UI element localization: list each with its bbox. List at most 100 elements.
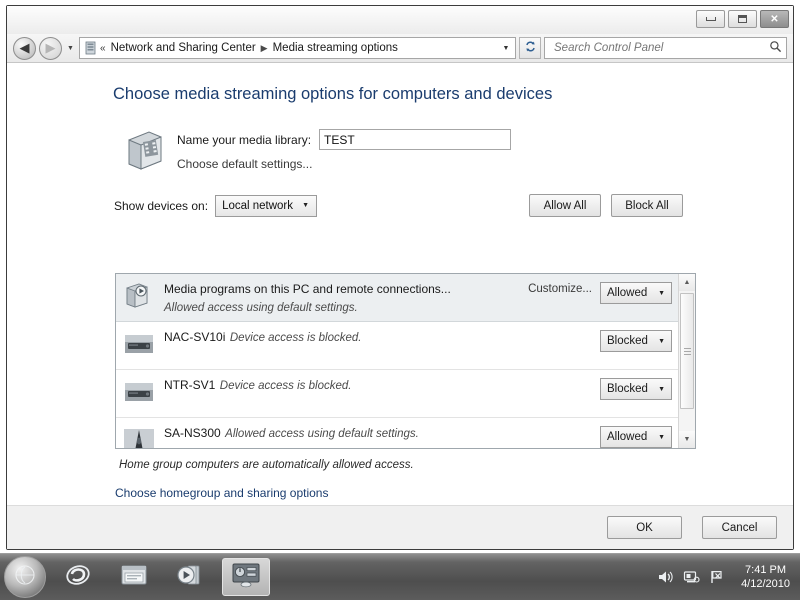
device-status-text: Device access is blocked. xyxy=(219,380,352,392)
table-row[interactable]: SA-NS300 Allowed access using default se… xyxy=(116,418,678,448)
forward-button[interactable]: ▶ xyxy=(39,36,62,60)
device-list: Media programs on this PC and remote con… xyxy=(115,273,696,449)
navigation-bar: ◀ ▶ ▼ « Network and Sharing Center ▶ Med… xyxy=(7,34,793,63)
device-status-text: Device access is blocked. xyxy=(229,332,362,344)
chevron-down-icon: ▼ xyxy=(658,433,665,441)
media-library-label: Name your media library: xyxy=(177,132,312,147)
media-library-name-row: Name your media library: xyxy=(177,129,512,150)
table-row[interactable]: NAC-SV10i Device access is blocked. Bloc… xyxy=(116,322,678,370)
triangle-down-icon: ▼ xyxy=(683,436,691,443)
show-devices-selected-value: Local network xyxy=(222,199,294,212)
control-panel-window: ✕ ◀ ▶ ▼ « Network and Sharing Center ▶ M… xyxy=(6,5,794,550)
close-button[interactable]: ✕ xyxy=(760,10,789,28)
dialog-footer: OK Cancel xyxy=(7,505,793,549)
chevron-down-icon: ▼ xyxy=(67,44,74,52)
ok-button[interactable]: OK xyxy=(607,516,682,539)
breadcrumb: « Network and Sharing Center ▶ Media str… xyxy=(100,42,499,54)
taskbar: 7:41 PM 4/12/2010 xyxy=(0,553,800,600)
action-center-icon[interactable] xyxy=(709,569,726,585)
show-devices-row: Show devices on: Local network ▼ Allow A… xyxy=(7,194,793,217)
taskbar-item-control-panel[interactable] xyxy=(222,558,270,596)
control-panel-icon xyxy=(231,562,261,593)
table-row[interactable]: Media programs on this PC and remote con… xyxy=(116,274,678,322)
media-player-icon xyxy=(175,561,205,594)
media-library-name-input[interactable] xyxy=(319,129,512,150)
search-input[interactable] xyxy=(552,41,769,55)
breadcrumb-item-network-and-sharing-center[interactable]: Network and Sharing Center xyxy=(111,42,256,54)
address-dropdown-button[interactable]: ▼ xyxy=(499,38,513,58)
clock-date: 4/12/2010 xyxy=(741,578,790,590)
folder-icon xyxy=(119,561,149,594)
device-state-value: Blocked xyxy=(607,335,648,347)
taskbar-item-internet-explorer[interactable] xyxy=(54,558,102,596)
search-icon xyxy=(769,40,782,56)
device-state-value: Allowed xyxy=(607,287,648,299)
close-icon: ✕ xyxy=(770,13,779,25)
device-state-select[interactable]: Blocked ▼ xyxy=(600,330,672,352)
scroll-down-button[interactable]: ▼ xyxy=(679,431,695,448)
control-panel-icon xyxy=(83,41,98,56)
triangle-up-icon: ▲ xyxy=(683,279,691,286)
show-devices-label: Show devices on: xyxy=(114,198,209,213)
back-button[interactable]: ◀ xyxy=(13,36,36,60)
page-content: Choose media streaming options for compu… xyxy=(7,63,793,549)
table-row[interactable]: NTR-SV1 Device access is blocked. Blocke… xyxy=(116,370,678,418)
clock[interactable]: 7:41 PM 4/12/2010 xyxy=(735,563,790,591)
minimize-icon xyxy=(705,17,716,21)
device-status-text: Allowed access using default settings. xyxy=(164,302,358,314)
chevron-down-icon: ▼ xyxy=(658,337,665,345)
media-library-icon xyxy=(123,128,167,174)
recent-pages-button[interactable]: ▼ xyxy=(65,37,76,60)
minimize-button[interactable] xyxy=(696,10,725,28)
device-state-value: Blocked xyxy=(607,383,648,395)
block-all-button[interactable]: Block All xyxy=(611,194,683,217)
device-name: Media programs on this PC and remote con… xyxy=(164,282,451,296)
breadcrumb-item-media-streaming-options[interactable]: Media streaming options xyxy=(273,42,398,54)
show-devices-select[interactable]: Local network ▼ xyxy=(215,194,318,217)
page-title: Choose media streaming options for compu… xyxy=(113,85,553,103)
chevron-down-icon: ▼ xyxy=(658,289,665,297)
arrow-right-icon: ▶ xyxy=(45,40,56,55)
choose-default-settings-link[interactable]: Choose default settings... xyxy=(177,157,511,171)
device-name: SA-NS300 xyxy=(164,426,221,440)
maximize-icon xyxy=(738,15,747,23)
device-state-value: Allowed xyxy=(607,431,648,443)
maximize-button[interactable] xyxy=(728,10,757,28)
search-box[interactable] xyxy=(544,37,787,59)
taskbar-item-windows-explorer[interactable] xyxy=(110,558,158,596)
cancel-button[interactable]: Cancel xyxy=(702,516,777,539)
window-controls: ✕ xyxy=(696,10,789,28)
device-name: NTR-SV1 xyxy=(164,378,216,392)
chevron-down-icon: ▼ xyxy=(502,44,510,52)
breadcrumb-overflow[interactable]: « xyxy=(100,43,106,54)
network-icon[interactable] xyxy=(683,569,700,585)
device-receiver-icon xyxy=(122,377,156,407)
taskbar-item-windows-media-player[interactable] xyxy=(166,558,214,596)
homegroup-note: Home group computers are automatically a… xyxy=(119,459,414,471)
allow-all-button[interactable]: Allow All xyxy=(529,194,601,217)
chevron-down-icon: ▼ xyxy=(658,385,665,393)
scroll-up-button[interactable]: ▲ xyxy=(679,274,695,291)
device-state-select[interactable]: Allowed ▼ xyxy=(600,426,672,448)
scrollbar-thumb[interactable] xyxy=(680,293,694,409)
scrollbar-track[interactable] xyxy=(679,291,695,431)
device-speaker-icon xyxy=(122,425,156,448)
clock-time: 7:41 PM xyxy=(745,564,787,576)
chevron-down-icon: ▼ xyxy=(302,202,310,209)
device-state-select[interactable]: Blocked ▼ xyxy=(600,378,672,400)
device-info: NAC-SV10i Device access is blocked. xyxy=(164,327,600,346)
grip-icon xyxy=(683,346,691,357)
media-library-section: Name your media library: Choose default … xyxy=(7,126,793,174)
volume-icon[interactable] xyxy=(657,569,674,585)
customize-link[interactable]: Customize... xyxy=(528,283,592,295)
refresh-button[interactable] xyxy=(519,37,541,59)
device-status-text: Allowed access using default settings. xyxy=(225,428,419,440)
device-state-select[interactable]: Allowed ▼ xyxy=(600,282,672,304)
device-list-scrollbar[interactable]: ▲ ▼ xyxy=(678,274,695,448)
screen: ✕ ◀ ▶ ▼ « Network and Sharing Center ▶ M… xyxy=(0,0,800,600)
start-button[interactable] xyxy=(4,556,46,598)
address-bar[interactable]: « Network and Sharing Center ▶ Media str… xyxy=(79,37,516,59)
title-bar: ✕ xyxy=(7,6,793,34)
windows-logo-icon xyxy=(14,564,36,591)
link-homegroup-sharing-options[interactable]: Choose homegroup and sharing options xyxy=(115,486,328,500)
